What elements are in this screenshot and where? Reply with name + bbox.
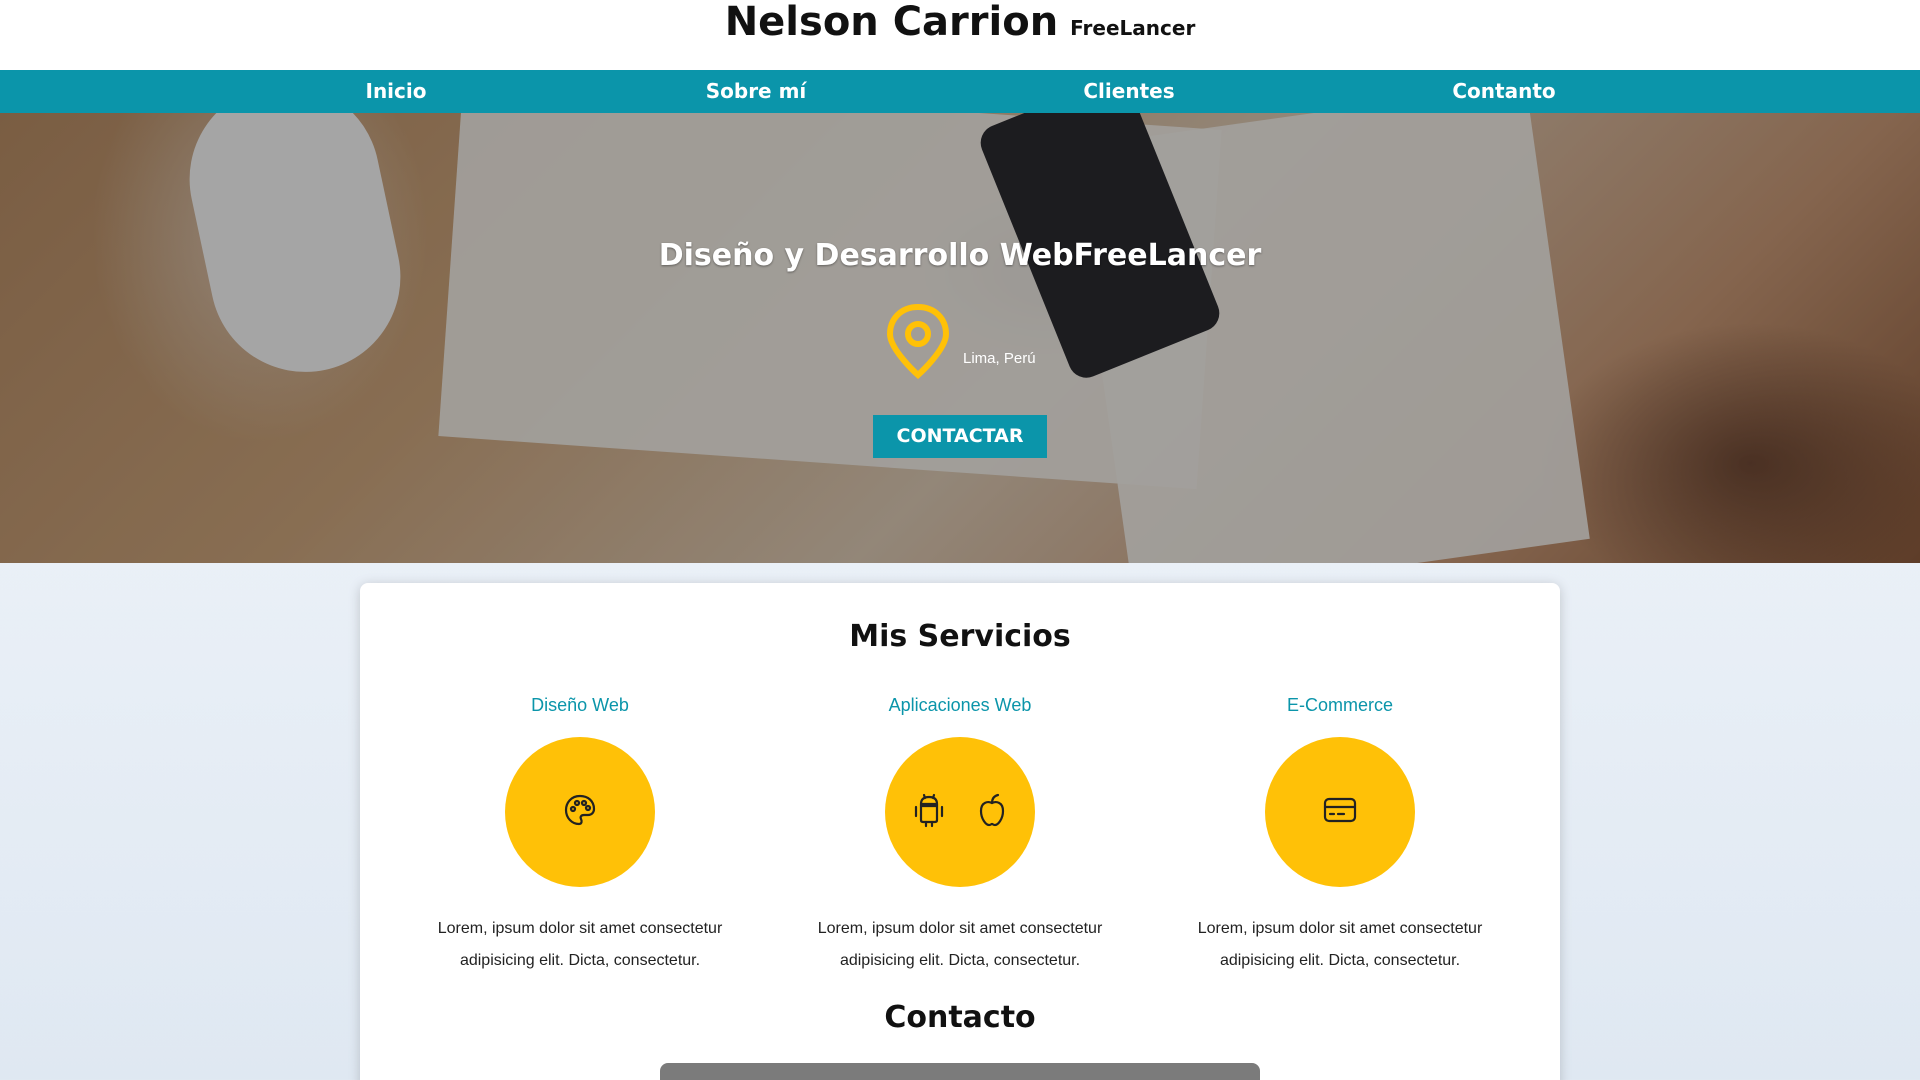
service-description: Lorem, ipsum dolor sit amet consectetur … [410,913,750,977]
service-icon-circle [505,737,655,887]
hero-location: Lima, Perú [885,303,1036,383]
service-title: Aplicaciones Web [888,695,1032,715]
service-item: Diseño Web Lorem, ipsum dolor sit amet c… [410,695,750,977]
map-pin-icon [885,303,951,384]
service-title: Diseño Web [531,695,629,715]
nav-link-inicio[interactable]: Inicio [366,70,427,113]
service-item: E-Commerce Lorem, ipsum dolor sit amet c… [1170,695,1510,977]
services-card: Mis Servicios Diseño Web Lorem, ipsum do… [360,583,1560,1080]
service-icon-circle [1265,737,1415,887]
brand-tagline: FreeLancer [1070,16,1196,40]
service-description-line: adipisicing elit. Dicta, consectetur. [1219,952,1461,969]
service-description: Lorem, ipsum dolor sit amet consectetur … [1170,913,1510,977]
service-description-line: adipisicing elit. Dicta, consectetur. [459,952,701,969]
service-icon-circle [885,737,1035,887]
service-title: E-Commerce [1286,695,1393,715]
credit-card-icon [1322,795,1358,830]
site-header: Nelson Carrion FreeLancer [0,0,1920,70]
brand[interactable]: Nelson Carrion FreeLancer [0,0,1920,44]
service-description: Lorem, ipsum dolor sit amet consectetur … [790,913,1130,977]
service-description-line: Lorem, ipsum dolor sit amet consectetur [817,920,1103,937]
nav-link-sobre-mi[interactable]: Sobre mí [706,70,807,113]
service-description-line: Lorem, ipsum dolor sit amet consectetur [1197,920,1483,937]
brand-name: Nelson Carrion [724,0,1059,45]
palette-icon [562,792,598,833]
services-title: Mis Servicios [849,619,1071,654]
nav-link-clientes[interactable]: Clientes [1083,70,1174,113]
service-description-line: adipisicing elit. Dicta, consectetur. [839,952,1081,969]
hero-title: Diseño y Desarrollo WebFreeLancer [658,238,1262,273]
service-item: Aplicaciones Web Lorem, ipsum dolor sit … [790,695,1130,977]
hero-banner: Diseño y Desarrollo WebFreeLancer Lima, … [0,113,1920,563]
location-text: Lima, Perú [963,349,1036,367]
service-description-line: Lorem, ipsum dolor sit amet consectetur [437,920,723,937]
contact-title: Contacto [884,1000,1036,1035]
contact-cta-button[interactable]: CONTACTAR [873,415,1047,458]
main-nav: Inicio Sobre mí Clientes Contanto [0,70,1920,113]
apple-icon [976,792,1008,833]
nav-link-contanto[interactable]: Contanto [1452,70,1555,113]
android-icon [912,792,946,833]
contact-map[interactable] [660,1063,1260,1080]
